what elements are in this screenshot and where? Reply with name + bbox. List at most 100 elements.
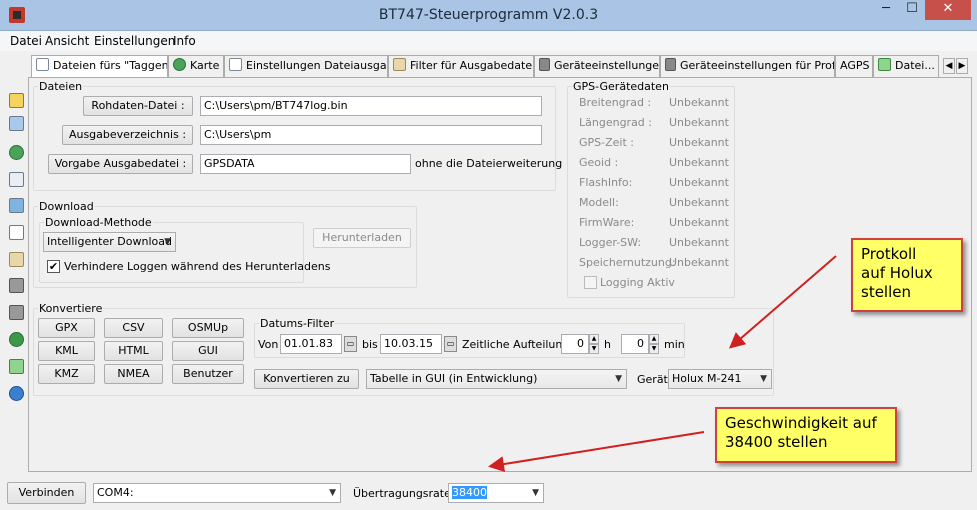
wrench-plus-icon — [665, 58, 676, 71]
globe-icon — [173, 58, 186, 71]
minutes-spinner-field[interactable]: 0 — [621, 334, 649, 354]
callout-geschwindigkeit: Geschwindigkeit auf 38400 stellen — [715, 407, 897, 463]
datums-filter-title: Datums-Filter — [259, 317, 336, 330]
geraet-select[interactable]: Holux M-241 ▼ — [668, 369, 772, 389]
geraet-label: Gerät — [637, 373, 668, 386]
verhindere-loggen-checkbox[interactable]: ✔ — [47, 260, 60, 273]
list-icon[interactable] — [9, 172, 24, 187]
calendar-icon[interactable]: ▭ — [444, 336, 457, 352]
export-icon[interactable] — [9, 359, 24, 374]
format-kml-button[interactable]: KML — [38, 341, 95, 361]
tab-geraeteeinstellungen-profis[interactable]: Geräteeinstellungen für Profis — [660, 55, 835, 77]
file-tag-icon — [36, 58, 49, 71]
verbinden-button[interactable]: Verbinden — [7, 482, 86, 504]
menu-ansicht[interactable]: Ansicht — [45, 34, 89, 48]
minutes-unit-label: min — [664, 338, 685, 351]
gps-field-label: Geoid : — [579, 156, 619, 169]
tab-scroll-left[interactable]: ◀ — [943, 58, 955, 74]
gps-field-label: Logger-SW: — [579, 236, 642, 249]
minutes-down-button[interactable]: ▼ — [649, 344, 659, 354]
zeitliche-aufteilung-label: Zeitliche Aufteilung: — [462, 338, 574, 351]
hourglass-icon[interactable] — [9, 252, 24, 267]
format-kmz-button[interactable]: KMZ — [38, 364, 95, 384]
minimize-button[interactable]: ─ — [873, 0, 899, 20]
gps-field-value: Unbekannt — [669, 136, 729, 149]
chevron-down-icon: ▼ — [532, 488, 539, 498]
hours-unit-label: h — [604, 338, 611, 351]
format-nmea-button[interactable]: NMEA — [104, 364, 163, 384]
dateierweiterung-hint: ohne die Dateierweiterung — [415, 157, 563, 170]
format-csv-button[interactable]: CSV — [104, 318, 163, 338]
earth-icon[interactable] — [9, 332, 24, 347]
home-icon[interactable] — [9, 93, 24, 108]
tab-scroll-right[interactable]: ▶ — [956, 58, 968, 74]
wrench-icon — [539, 58, 550, 71]
document-icon — [229, 58, 242, 71]
baudrate-select[interactable]: 38400 ▼ — [448, 483, 544, 503]
tab-datei[interactable]: Datei... — [873, 55, 939, 77]
menu-info[interactable]: Info — [173, 34, 196, 48]
menu-datei[interactable]: Datei — [10, 34, 42, 48]
bis-date-field[interactable]: 10.03.15 — [380, 334, 442, 354]
format-osmup-button[interactable]: OSMUp — [172, 318, 244, 338]
gps-field-value: Unbekannt — [669, 256, 729, 269]
format-benutzer-button[interactable]: Benutzer — [172, 364, 244, 384]
tab-dateien-taggen[interactable]: Dateien fürs "Taggen" — [31, 55, 168, 78]
menu-einstellungen[interactable]: Einstellungen — [94, 34, 175, 48]
format-html-button[interactable]: HTML — [104, 341, 163, 361]
hourglass-icon — [393, 58, 406, 71]
ausgabeverzeichnis-field[interactable]: C:\Users\pm — [200, 125, 542, 145]
logging-aktiv-label: Logging Aktiv — [600, 276, 675, 289]
rohdaten-datei-field[interactable]: C:\Users\pm/BT747log.bin — [200, 96, 542, 116]
gps-field-label: Speichernutzung: — [579, 256, 676, 269]
globe-icon[interactable] — [9, 145, 24, 160]
konvertiere-group-title: Konvertiere — [38, 302, 104, 315]
download-methode-select[interactable]: Intelligenter Download ▼ — [43, 232, 176, 252]
gps-field-value: Unbekannt — [669, 156, 729, 169]
tab-geraeteeinstellungen[interactable]: Geräteeinstellungen — [534, 55, 660, 77]
filter-icon[interactable] — [9, 198, 24, 213]
download-methode-title: Download-Methode — [44, 216, 153, 229]
wrench-icon[interactable] — [9, 278, 24, 293]
von-label: Von — [258, 338, 279, 351]
gps-field-value: Unbekannt — [669, 196, 729, 209]
windows-icon[interactable] — [9, 116, 24, 131]
format-gui-button[interactable]: GUI — [172, 341, 244, 361]
gps-field-label: GPS-Zeit : — [579, 136, 634, 149]
minutes-up-button[interactable]: ▲ — [649, 334, 659, 344]
gps-field-label: Breitengrad : — [579, 96, 652, 109]
wrench-plus-icon[interactable] — [9, 305, 24, 320]
tab-karte[interactable]: Karte — [168, 55, 224, 77]
port-select[interactable]: COM4: ▼ — [93, 483, 341, 503]
rohdaten-datei-button[interactable]: Rohdaten-Datei : — [83, 96, 193, 116]
info-icon[interactable] — [9, 386, 24, 401]
close-button[interactable]: ✕ — [925, 0, 971, 20]
chevron-down-icon: ▼ — [760, 374, 767, 384]
format-gpx-button[interactable]: GPX — [38, 318, 95, 338]
hours-spinner-field[interactable]: 0 — [561, 334, 589, 354]
maximize-button[interactable]: ☐ — [899, 0, 925, 20]
tab-einstellungen-dateiausgabe[interactable]: Einstellungen Dateiausgabe — [224, 55, 388, 77]
von-date-field[interactable]: 01.01.83 — [280, 334, 342, 354]
verhindere-loggen-label: Verhindere Loggen während des Herunterla… — [64, 260, 331, 273]
gps-field-value: Unbekannt — [669, 236, 729, 249]
gps-field-value: Unbekannt — [669, 176, 729, 189]
tab-filter-ausgabedaten[interactable]: Filter für Ausgabedaten — [388, 55, 534, 77]
hours-down-button[interactable]: ▼ — [589, 344, 599, 354]
export-icon — [878, 58, 891, 71]
convert-target-select[interactable]: Tabelle in GUI (in Entwicklung) ▼ — [366, 369, 627, 389]
vorgabe-ausgabedatei-button[interactable]: Vorgabe Ausgabedatei : — [48, 154, 193, 174]
ausgabeverzeichnis-button[interactable]: Ausgabeverzeichnis : — [62, 125, 193, 145]
document-icon[interactable] — [9, 225, 24, 240]
chevron-down-icon: ▼ — [164, 237, 171, 247]
gps-field-label: FlashInfo: — [579, 176, 633, 189]
tab-agps[interactable]: AGPS — [835, 55, 873, 77]
download-group-title: Download — [38, 200, 95, 213]
bis-label: bis — [362, 338, 378, 351]
calendar-icon[interactable]: ▭ — [344, 336, 357, 352]
uebertragungsrate-label: Übertragungsrate: — [353, 487, 455, 500]
konvertieren-zu-button[interactable]: Konvertieren zu — [254, 369, 359, 389]
vorgabe-ausgabedatei-field[interactable]: GPSDATA — [200, 154, 411, 174]
herunterladen-button[interactable]: Herunterladen — [313, 228, 411, 248]
hours-up-button[interactable]: ▲ — [589, 334, 599, 344]
